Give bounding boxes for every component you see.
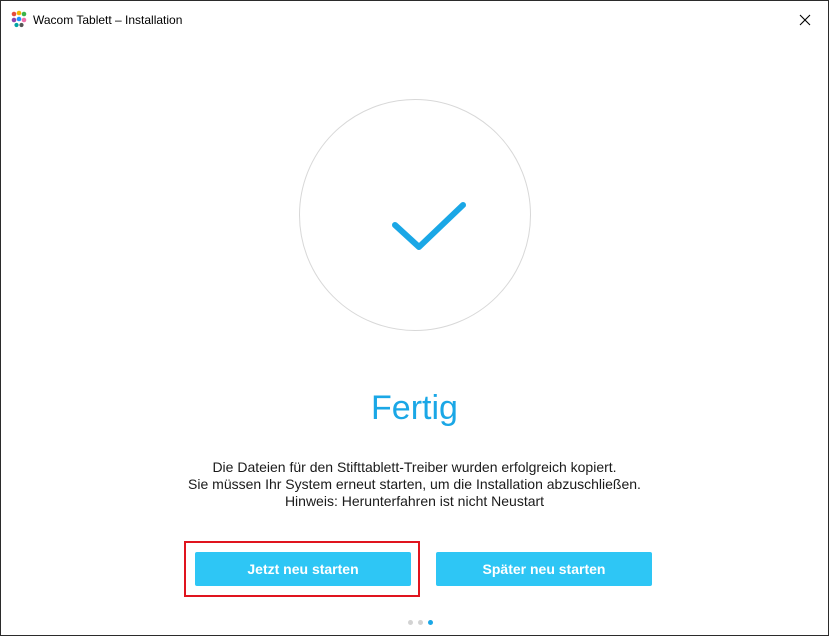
restart-now-button[interactable]: Jetzt neu starten [195,552,411,586]
page-dot [408,620,413,625]
status-message: Die Dateien für den Stifttablett-Treiber… [1,459,828,510]
page-dot-active [428,620,433,625]
title-bar: Wacom Tablett – Installation [1,1,828,39]
message-line: Die Dateien für den Stifttablett-Treiber… [212,459,617,475]
message-line: Hinweis: Herunterfahren ist nicht Neusta… [284,493,545,509]
close-button[interactable] [782,1,828,39]
status-heading: Fertig [371,389,458,427]
page-dot [418,620,423,625]
page-indicator [408,620,433,625]
message-line: Sie müssen Ihr System erneut starten, um… [188,476,641,492]
installer-window: Wacom Tablett – Installation Fertig Die … [0,0,829,636]
close-icon [799,14,811,26]
window-title: Wacom Tablett – Installation [33,13,183,27]
wacom-logo-icon [11,10,27,28]
checkmark-icon [392,202,466,250]
restart-later-button[interactable]: Später neu starten [436,552,652,586]
